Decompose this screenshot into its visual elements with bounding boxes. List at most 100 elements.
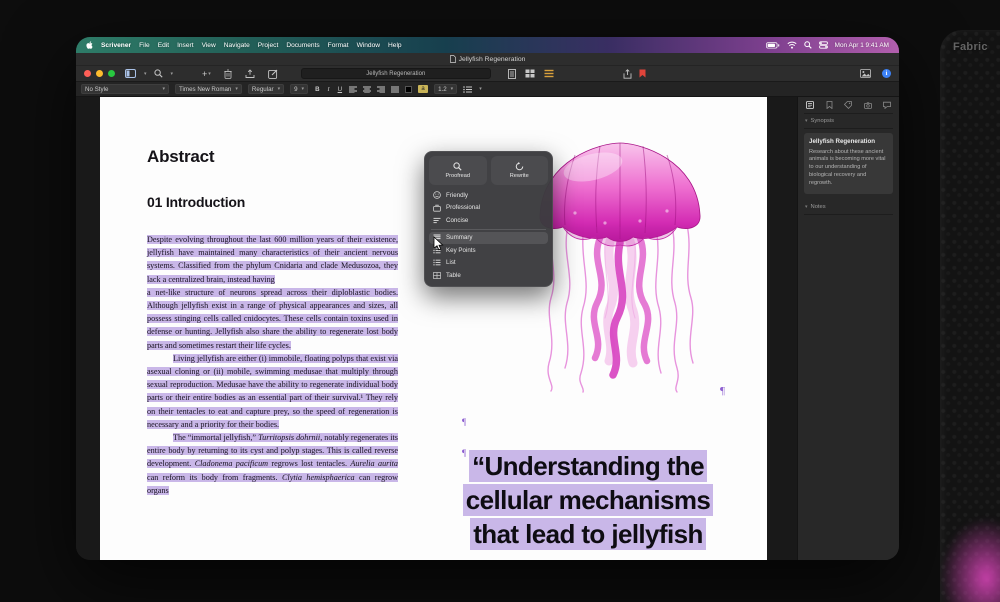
compile-button[interactable] <box>245 69 255 79</box>
traffic-lights <box>84 70 115 77</box>
text-color-swatch[interactable] <box>405 86 412 93</box>
menu-file[interactable]: File <box>139 42 150 49</box>
battery-icon[interactable] <box>766 42 780 49</box>
menu-format[interactable]: Format <box>328 42 349 49</box>
wifi-icon[interactable] <box>787 41 797 49</box>
menu-app-name[interactable]: Scrivener <box>101 42 131 49</box>
apple-logo-icon[interactable] <box>86 41 93 49</box>
minimize-button[interactable] <box>96 70 103 77</box>
notes-tab-icon[interactable] <box>806 101 814 109</box>
jellyfish-glow-decoration <box>940 518 1000 602</box>
menu-project[interactable]: Project <box>258 42 279 49</box>
menu-item-concise[interactable]: Concise <box>429 214 548 227</box>
zoom-button[interactable] <box>108 70 115 77</box>
table-label: Table <box>446 272 461 279</box>
editor-area[interactable]: Abstract 01 Introduction Despite evolvin… <box>76 97 797 560</box>
snapshots-tab-icon[interactable] <box>864 102 872 109</box>
chevron-down-icon[interactable]: ▾ <box>171 71 174 77</box>
chevron-down-icon: ▾ <box>805 118 808 124</box>
proofread-button[interactable]: Proofread <box>429 156 487 185</box>
outline-view-icon[interactable] <box>544 69 554 79</box>
italic-button[interactable]: I <box>327 86 331 93</box>
paragraph-3: The “immortal jellyfish,” Turritopsis do… <box>147 431 398 497</box>
inspector-toggle-button[interactable]: i <box>882 69 891 78</box>
font-dropdown[interactable]: Times New Roman ▾ <box>175 84 242 94</box>
list-format-button[interactable] <box>463 86 472 93</box>
control-center-icon[interactable] <box>819 41 828 49</box>
media-browser-icon[interactable] <box>860 69 871 78</box>
chevron-down-icon: ▾ <box>479 86 482 92</box>
align-right-button[interactable] <box>377 86 385 93</box>
briefcase-icon <box>433 204 441 212</box>
heading-abstract: Abstract <box>147 147 214 167</box>
quote-line-2: cellular mechanisms <box>463 484 713 516</box>
menu-window[interactable]: Window <box>357 42 380 49</box>
comments-tab-icon[interactable] <box>883 101 891 109</box>
metadata-tab-icon[interactable] <box>844 101 852 109</box>
menu-navigate[interactable]: Navigate <box>224 42 250 49</box>
spotlight-search-icon[interactable] <box>804 41 812 49</box>
font-size-dropdown[interactable]: 9 ▾ <box>290 84 308 94</box>
menu-separator <box>431 229 546 230</box>
line-spacing-value: 1.2 <box>438 86 447 93</box>
corkboard-view-icon[interactable] <box>525 69 535 79</box>
bookmark-flag-icon[interactable] <box>639 69 646 78</box>
highlight-color-swatch[interactable]: a <box>418 85 428 93</box>
menu-bar: Scrivener File Edit Insert View Navigate… <box>76 37 899 53</box>
menu-item-list[interactable]: List <box>429 257 548 270</box>
menu-item-summary[interactable]: Summary <box>429 232 548 245</box>
align-justify-button[interactable] <box>391 86 399 93</box>
menu-insert[interactable]: Insert <box>177 42 194 49</box>
document-body-text[interactable]: Despite evolving throughout the last 600… <box>147 233 398 497</box>
menu-item-key-points[interactable]: Key Points <box>429 244 548 257</box>
style-dropdown[interactable]: No Style ▾ <box>81 84 169 94</box>
line-spacing-dropdown[interactable]: 1.2 ▾ <box>434 84 457 94</box>
synopsis-card-text: Research about these ancient animals is … <box>809 149 888 188</box>
list-icon <box>433 259 441 266</box>
concise-lines-icon <box>433 217 441 224</box>
menu-item-professional[interactable]: Professional <box>429 202 548 215</box>
chevron-down-icon: ▾ <box>302 86 305 92</box>
align-center-button[interactable] <box>363 86 371 93</box>
inspector-panel: ▾ Synopsis Jellyfish Regeneration Resear… <box>797 97 899 560</box>
menu-item-table[interactable]: Table <box>429 269 548 282</box>
menu-clock[interactable]: Mon Apr 1 9:41 AM <box>835 42 889 49</box>
chevron-down-icon[interactable]: ▾ <box>144 71 147 77</box>
menu-help[interactable]: Help <box>388 42 402 49</box>
trash-button[interactable] <box>224 69 232 79</box>
document-icon <box>450 55 456 63</box>
font-value: Times New Roman <box>179 86 231 93</box>
share-icon[interactable] <box>623 69 632 79</box>
compose-button[interactable] <box>268 69 278 79</box>
align-left-button[interactable] <box>349 86 357 93</box>
mouse-cursor <box>433 236 444 251</box>
add-item-button[interactable]: +▾ <box>202 69 211 79</box>
synopsis-section-header[interactable]: ▾ Synopsis <box>804 114 893 129</box>
fabric-brand-label: Fabric <box>953 41 988 53</box>
bold-button[interactable]: B <box>314 86 320 93</box>
document-view-icon[interactable] <box>508 69 516 79</box>
synopsis-card[interactable]: Jellyfish Regeneration Research about th… <box>804 133 893 194</box>
menu-edit[interactable]: Edit <box>158 42 169 49</box>
underline-button[interactable]: U <box>337 86 343 93</box>
menu-view[interactable]: View <box>202 42 216 49</box>
paragraph-2-text: Living jellyfish are either (i) immobile… <box>147 354 398 429</box>
menu-documents[interactable]: Documents <box>286 42 319 49</box>
bookmarks-tab-icon[interactable] <box>826 101 833 109</box>
binder-toggle-button[interactable] <box>125 69 136 78</box>
search-icon[interactable] <box>154 69 163 78</box>
rewrite-button[interactable]: Rewrite <box>491 156 549 185</box>
menu-item-friendly[interactable]: Friendly <box>429 189 548 202</box>
quote-line-3: that lead to jellyfish <box>470 518 706 550</box>
heading-introduction: 01 Introduction <box>147 194 245 210</box>
toolbar-search-field[interactable]: Jellyfish Regeneration <box>301 68 491 79</box>
menu-status-area: Mon Apr 1 9:41 AM <box>766 41 889 49</box>
chevron-down-icon: ▾ <box>278 86 281 92</box>
notes-section-header[interactable]: ▾ Notes <box>804 200 893 215</box>
font-variant-dropdown[interactable]: Regular ▾ <box>248 84 284 94</box>
stage: Scrivener File Edit Insert View Navigate… <box>0 0 1000 602</box>
pull-quote[interactable]: “Understanding the cellular mechanisms t… <box>452 449 724 551</box>
key-points-label: Key Points <box>446 247 476 254</box>
close-button[interactable] <box>84 70 91 77</box>
paragraph-2: Living jellyfish are either (i) immobile… <box>147 352 398 431</box>
